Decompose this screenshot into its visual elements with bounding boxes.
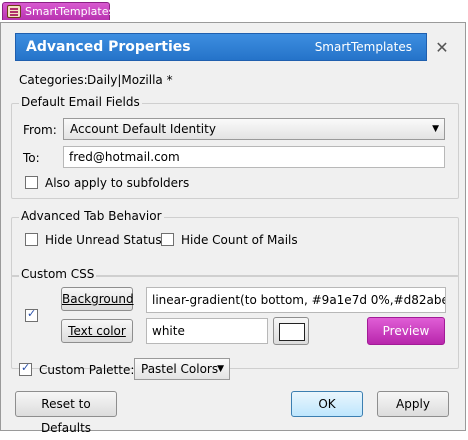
- reset-defaults-button[interactable]: Reset to Defaults: [15, 391, 117, 435]
- palette-select[interactable]: Pastel Colors ▼: [134, 358, 230, 380]
- dropdown-arrow-icon: ▼: [432, 124, 439, 134]
- hide-count-checkbox[interactable]: [161, 233, 174, 246]
- text-color-button[interactable]: Text color: [61, 319, 133, 343]
- subfolders-checkbox[interactable]: [25, 176, 38, 189]
- dialog-brand: SmartTemplates: [314, 40, 412, 54]
- from-label: From:: [23, 123, 57, 137]
- tab-strip: SmartTemplates: [0, 0, 468, 22]
- hide-unread-checkbox[interactable]: [25, 233, 38, 246]
- advanced-properties-dialog: Advanced Properties SmartTemplates ✕ Cat…: [0, 22, 466, 435]
- preview-button[interactable]: Preview: [367, 317, 445, 345]
- subfolders-label: Also apply to subfolders: [45, 176, 190, 190]
- categories-label: Categories:: [19, 73, 88, 87]
- smarttemplates-logo-icon: [7, 5, 21, 18]
- color-picker-button[interactable]: [273, 317, 309, 345]
- to-field[interactable]: fred@hotmail.com: [63, 146, 445, 168]
- background-button[interactable]: Background: [61, 287, 134, 311]
- dialog-title: Advanced Properties: [26, 39, 191, 55]
- email-fields-title: Default Email Fields: [19, 95, 142, 109]
- custom-palette-label: Custom Palette:: [39, 363, 135, 377]
- categories-value: Daily|Mozilla *: [87, 73, 173, 87]
- custom-palette-checkbox[interactable]: [19, 361, 32, 376]
- color-swatch: [279, 323, 305, 341]
- from-identity-value: Account Default Identity: [70, 122, 216, 136]
- from-identity-select[interactable]: Account Default Identity ▼: [63, 118, 445, 140]
- apply-button[interactable]: Apply: [377, 391, 449, 417]
- dialog-titlebar: Advanced Properties SmartTemplates: [15, 33, 427, 61]
- tab-smarttemplates[interactable]: SmartTemplates: [2, 2, 114, 20]
- ok-button[interactable]: OK: [291, 391, 363, 417]
- dropdown-arrow-icon: ▼: [217, 364, 224, 374]
- tab-behavior-title: Advanced Tab Behavior: [19, 209, 164, 223]
- custom-css-title: Custom CSS: [19, 267, 97, 281]
- hide-count-label: Hide Count of Mails: [181, 233, 298, 247]
- text-color-field[interactable]: white: [146, 318, 268, 344]
- tab-label: SmartTemplates: [25, 5, 115, 18]
- hide-unread-label: Hide Unread Status: [45, 233, 162, 247]
- custom-css-checkbox[interactable]: [25, 307, 38, 322]
- palette-value: Pastel Colors: [141, 362, 219, 376]
- close-icon[interactable]: ✕: [431, 37, 453, 59]
- background-css-field[interactable]: linear-gradient(to bottom, #9a1e7d 0%,#d…: [146, 287, 446, 313]
- to-label: To:: [23, 151, 40, 165]
